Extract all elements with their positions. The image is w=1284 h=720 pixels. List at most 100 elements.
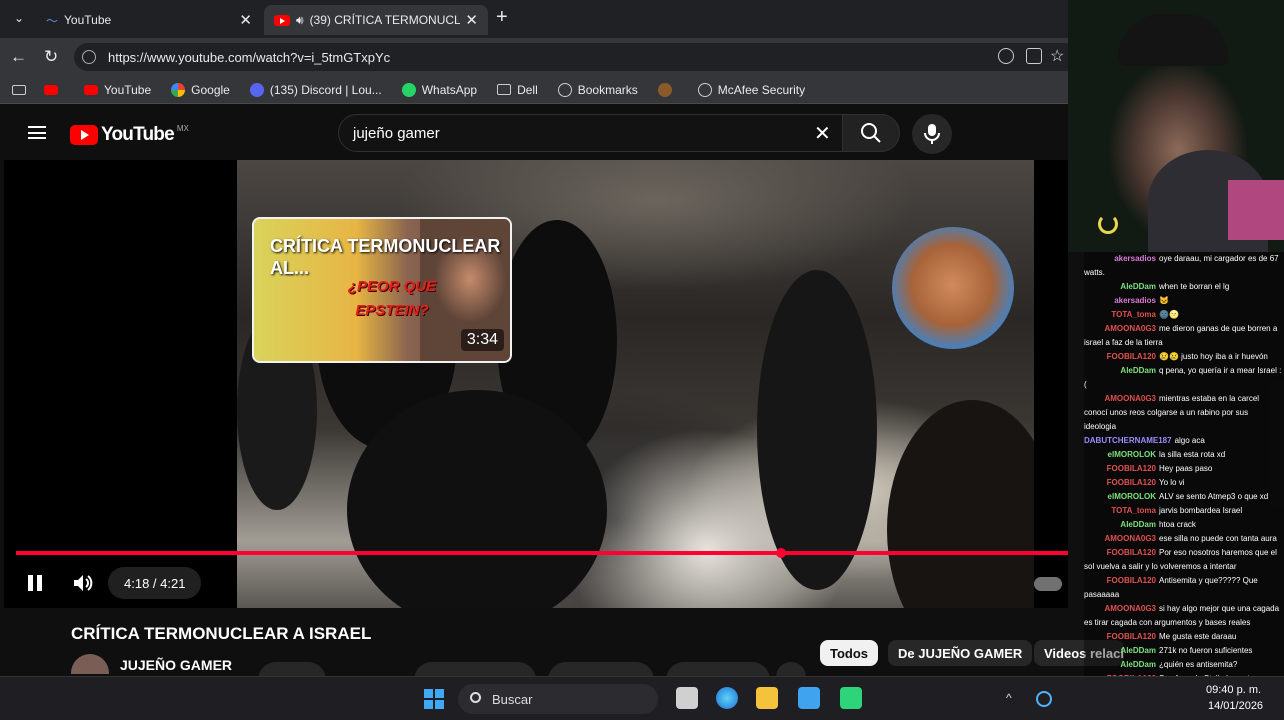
youtube-favicon-icon: 〜 xyxy=(46,13,59,28)
youtube-logo[interactable]: YouTube MX xyxy=(70,124,189,146)
bookmark-google[interactable]: Google xyxy=(171,82,230,97)
webcam-background xyxy=(1228,180,1284,240)
microphone-icon xyxy=(924,124,940,144)
endscreen-video-card[interactable]: CRÍTICA TERMONUCLEAR AL... ¿PEOR QUE EPS… xyxy=(252,217,512,363)
time-separator: / xyxy=(149,575,161,591)
voice-search-button[interactable] xyxy=(912,114,952,154)
chat-username: DABUTCHERNAME187 xyxy=(1084,436,1172,445)
chat-message: TOTA_toma 🌚🌝 xyxy=(1084,308,1284,322)
back-arrow-icon[interactable]: ← xyxy=(10,47,27,67)
chat-text: Yo lo vi xyxy=(1159,478,1185,487)
tab-list-button[interactable]: ⌄ xyxy=(8,7,30,29)
tab-close-icon[interactable]: ✕ xyxy=(239,11,252,29)
chip-todos[interactable]: Todos xyxy=(820,640,879,666)
bookmarks-menu-icon[interactable] xyxy=(12,84,26,95)
channel-avatar[interactable] xyxy=(71,654,109,674)
chat-message: FOOBILA120 Por eso nosotros haremos que e… xyxy=(1084,546,1284,574)
discord-icon xyxy=(249,82,264,97)
edge-icon[interactable] xyxy=(716,687,738,709)
time-total: 4:21 xyxy=(160,575,186,591)
task-view-icon[interactable] xyxy=(676,687,698,709)
chat-text: 😢😢 justo hoy iba a ir huevón xyxy=(1159,352,1268,361)
pause-icon[interactable] xyxy=(28,575,42,591)
progress-bar[interactable] xyxy=(16,551,1068,555)
chat-message: FOOBILA120 Me gusta este daraau xyxy=(1084,630,1284,644)
site-info-icon[interactable] xyxy=(82,50,96,64)
whatsapp-icon xyxy=(401,82,416,97)
windows-start-icon[interactable] xyxy=(424,689,444,709)
globe-icon xyxy=(557,82,572,97)
bookmark-site[interactable] xyxy=(657,82,678,97)
time-display: 4:18 / 4:21 xyxy=(108,567,202,599)
search-input[interactable]: jujeño gamer xyxy=(338,114,852,152)
chat-text: 271k no fueron suficientes xyxy=(1159,646,1253,655)
chat-username: akersadios xyxy=(1114,254,1156,263)
speaker-icon[interactable]: 🔊︎ xyxy=(296,13,304,28)
reload-icon[interactable]: ↻ xyxy=(44,47,58,67)
youtube-header: YouTube MX jujeño gamer ✕ xyxy=(0,104,1068,160)
bookmark-youtube[interactable]: YouTube xyxy=(84,83,151,97)
taskbar-search[interactable]: Buscar xyxy=(458,684,658,714)
bookmark-mcafee[interactable]: McAfee Security xyxy=(697,82,805,97)
google-icon xyxy=(171,82,186,97)
chip-channel[interactable]: De JUJEÑO GAMER xyxy=(888,640,1033,666)
menu-icon[interactable] xyxy=(28,126,46,139)
bookmark-discord[interactable]: (135) Discord | Lou... xyxy=(249,82,382,97)
clock-time[interactable]: 09:40 p. m. xyxy=(1206,684,1261,696)
volume-icon[interactable] xyxy=(72,573,94,593)
card-title: CRÍTICA TERMONUCLEAR AL... xyxy=(270,236,501,278)
clock-date[interactable]: 14/01/2026 xyxy=(1208,700,1263,712)
bookmark-dell[interactable]: Dell xyxy=(497,83,538,97)
folder-icon xyxy=(497,84,512,95)
progress-scrubber[interactable] xyxy=(775,548,786,558)
file-explorer-icon[interactable] xyxy=(756,687,778,709)
chat-username: AleDDam xyxy=(1120,660,1156,669)
youtube-favicon-icon xyxy=(274,14,290,26)
chat-username: AleDDam xyxy=(1120,366,1156,375)
bookmark-youtube-short[interactable] xyxy=(44,84,64,95)
endscreen-channel-avatar[interactable] xyxy=(892,227,1014,349)
chat-username: AleDDam xyxy=(1120,646,1156,655)
video-title: CRÍTICA TERMONUCLEAR A ISRAEL xyxy=(71,624,372,643)
clear-search-icon[interactable]: ✕ xyxy=(814,121,831,146)
translate-icon[interactable] xyxy=(998,48,1014,64)
chat-username: AMOONA0G3 xyxy=(1104,394,1156,403)
new-tab-button[interactable]: + xyxy=(496,6,508,29)
chat-username: AMOONA0G3 xyxy=(1104,534,1156,543)
taskbar-search-label: Buscar xyxy=(492,691,533,707)
chat-username: FOOBILA120 xyxy=(1106,478,1156,487)
search-icon xyxy=(470,692,481,703)
bookmark-whatsapp[interactable]: WhatsApp xyxy=(401,82,477,97)
chat-text: ¿quién es antisemita? xyxy=(1159,660,1238,669)
chat-text: 🌚🌝 xyxy=(1159,310,1179,319)
extension-icon[interactable] xyxy=(1026,48,1042,64)
chat-username: TOTA_toma xyxy=(1111,506,1156,515)
microsoft-store-icon[interactable] xyxy=(798,687,820,709)
search-query-text: jujeño gamer xyxy=(353,124,440,142)
url-text: https://www.youtube.com/watch?v=i_5tmGTx… xyxy=(108,49,391,65)
tab-youtube[interactable]: 〜 YouTube ✕ xyxy=(36,5,262,35)
star-icon[interactable]: ☆ xyxy=(1050,46,1064,66)
bookmark-bookmarks[interactable]: Bookmarks xyxy=(557,82,638,97)
sync-icon[interactable] xyxy=(1036,691,1052,707)
video-player[interactable]: CRÍTICA TERMONUCLEAR AL... ¿PEOR QUE EPS… xyxy=(4,160,1068,608)
chat-message: FOOBILA120 Hey paas paso xyxy=(1084,462,1284,476)
chat-text: htoa crack xyxy=(1159,520,1196,529)
chat-text: ALV se sento Atmep3 o que xd xyxy=(1159,492,1269,501)
chevron-up-icon[interactable]: ^ xyxy=(1006,691,1020,705)
search-button[interactable] xyxy=(842,114,900,152)
globe-icon xyxy=(697,82,712,97)
tab-close-icon[interactable]: ✕ xyxy=(465,11,478,29)
chat-username: akersadios xyxy=(1114,296,1156,305)
chat-message: FOOBILA120 Yo lo vi xyxy=(1084,476,1284,490)
chat-message: AMOONA0G3 si hay algo mejor que una cagad… xyxy=(1084,602,1284,630)
tab-video[interactable]: 🔊︎ (39) CRÍTICA TERMONUCLEAR ✕ xyxy=(264,5,488,35)
chat-message: AMOONA0G3 ese silla no puede con tanta au… xyxy=(1084,532,1284,546)
url-field[interactable]: https://www.youtube.com/watch?v=i_5tmGTx… xyxy=(74,43,1068,71)
chat-message: AMOONA0G3 me dieron ganas de que borren a… xyxy=(1084,322,1284,350)
channel-name[interactable]: JUJEÑO GAMER xyxy=(120,657,232,673)
chat-message: FOOBILA120 😢😢 justo hoy iba a ir huevón xyxy=(1084,350,1284,364)
app-icon[interactable] xyxy=(840,687,862,709)
youtube-icon xyxy=(44,84,58,95)
autoplay-toggle[interactable] xyxy=(1034,577,1062,591)
